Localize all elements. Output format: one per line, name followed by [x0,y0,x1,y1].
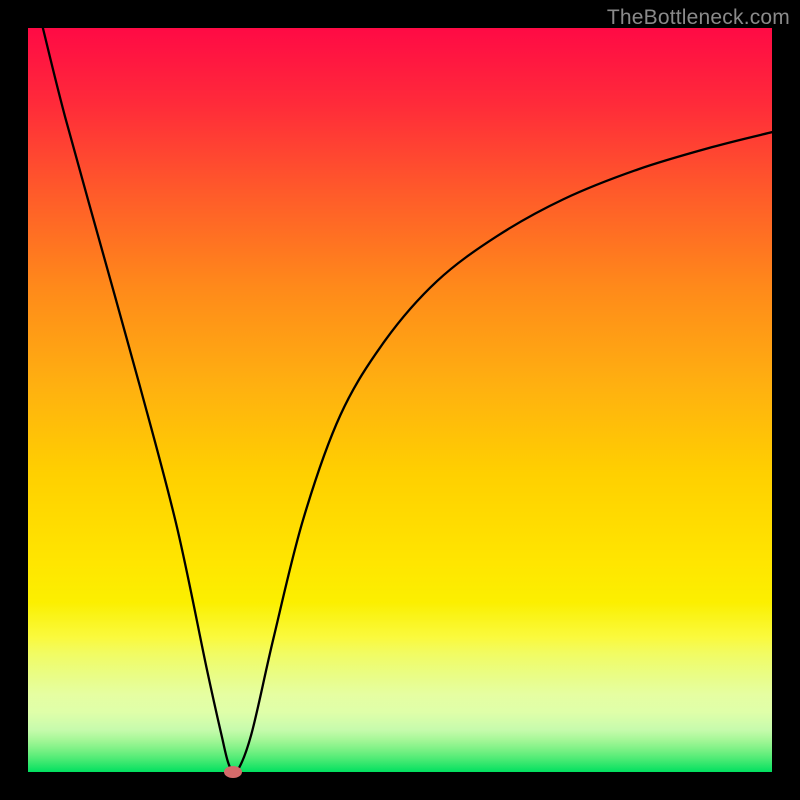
plot-area [28,28,772,772]
optimal-point-marker [224,766,242,778]
watermark-label: TheBottleneck.com [607,6,790,30]
chart-frame: TheBottleneck.com [0,0,800,800]
